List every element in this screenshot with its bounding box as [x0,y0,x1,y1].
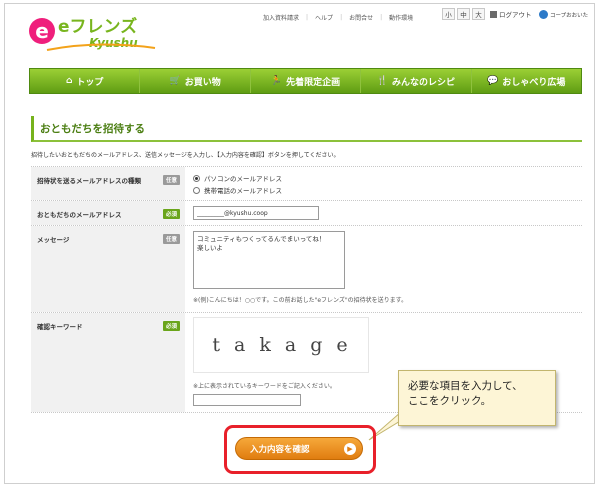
nav-recipe[interactable]: 🍴 みんなのレシピ [361,69,472,93]
page-title: おともだちを招待する [31,116,582,142]
required-badge: 必須 [162,209,180,219]
font-size-controls: 小 中 大 ログアウト [442,8,532,20]
message-textarea[interactable]: コミュニティもつくってるんでまいってね！ 楽しいよ [193,231,345,289]
captcha-image: takage [193,317,369,373]
chat-bubbles-icon: 💬 [487,76,499,86]
mail-type-label: 招待状を送るメールアドレスの種類 任意 [31,167,185,200]
row-mail-type: 招待状を送るメールアドレスの種類 任意 パソコンのメールアドレス 携帯電話のメー… [31,167,582,201]
font-large-button[interactable]: 大 [472,8,485,20]
nav-limited[interactable]: 🏃 先着限定企画 [251,69,362,93]
row-email: おともだちのメールアドレス 必須 [31,201,582,226]
nav-top[interactable]: ⌂ トップ [30,69,141,93]
header-links: 加入資料請求 | ヘルプ | お問合せ | 動作環境 [263,13,414,22]
main-nav: ⌂ トップ 🛒 お買い物 🏃 先着限定企画 🍴 みんなのレシピ 💬 おしゃべり広場 [29,68,582,94]
nav-shopping[interactable]: 🛒 お買い物 [140,69,251,93]
intro-text: 招待したいおともだちのメールアドレス、送信メッセージを入力し、【入力内容を確認】… [31,152,340,159]
logout-button[interactable]: ログアウト [490,9,532,19]
link-contact[interactable]: お問合せ [349,13,373,22]
runner-icon: 🏃 [270,76,283,86]
browser-frame: e eフレンズ Kyushu 加入資料請求 | ヘルプ | お問合せ | 動作環… [4,3,595,484]
radio-mobile-mail[interactable]: 携帯電話のメールアドレス [193,184,574,196]
radio-pc-mail[interactable]: パソコンのメールアドレス [193,172,574,184]
button-highlight: 入力内容を確認 ▶ [224,425,376,474]
logo-text: eフレンズ [58,16,137,37]
cart-icon: 🛒 [169,76,181,86]
radio-unchecked-icon [193,186,200,194]
font-medium-button[interactable]: 中 [457,8,470,20]
optional-badge: 任意 [162,175,180,185]
captcha-label: 確認キーワード 必須 [31,313,185,412]
confirm-button[interactable]: 入力内容を確認 ▶ [235,437,363,460]
email-label: おともだちのメールアドレス 必須 [31,201,185,225]
link-help[interactable]: ヘルプ [315,13,333,22]
row-message: メッセージ 任意 コミュニティもつくってるんでまいってね！ 楽しいよ ※(例)こ… [31,226,582,313]
svg-text:e: e [35,19,49,43]
font-small-button[interactable]: 小 [442,8,455,20]
email-field[interactable] [193,206,319,220]
logo-sub: Kyushu [89,36,138,50]
fork-knife-icon: 🍴 [376,76,389,86]
link-request[interactable]: 加入資料請求 [263,13,299,22]
radio-checked-icon [193,174,200,182]
coop-logo: コープおおいた [539,10,588,19]
home-icon: ⌂ [65,76,73,86]
message-label: メッセージ 任意 [31,226,185,312]
required-badge: 必須 [162,321,180,331]
arrow-right-icon: ▶ [344,443,356,455]
optional-badge: 任意 [162,234,180,244]
nav-chat[interactable]: 💬 おしゃべり広場 [472,69,581,93]
logo[interactable]: e eフレンズ Kyushu [27,8,177,54]
captcha-input[interactable] [193,394,301,406]
instruction-callout: 必要な項目を入力して、 ここをクリック。 [398,370,556,426]
coop-mark-icon [539,10,548,19]
logout-icon [490,10,497,18]
link-environment[interactable]: 動作環境 [389,13,413,22]
message-note: ※(例)こんにちは！○○です。この前お話した"eフレンズ"の招待状を送ります。 [193,297,408,304]
